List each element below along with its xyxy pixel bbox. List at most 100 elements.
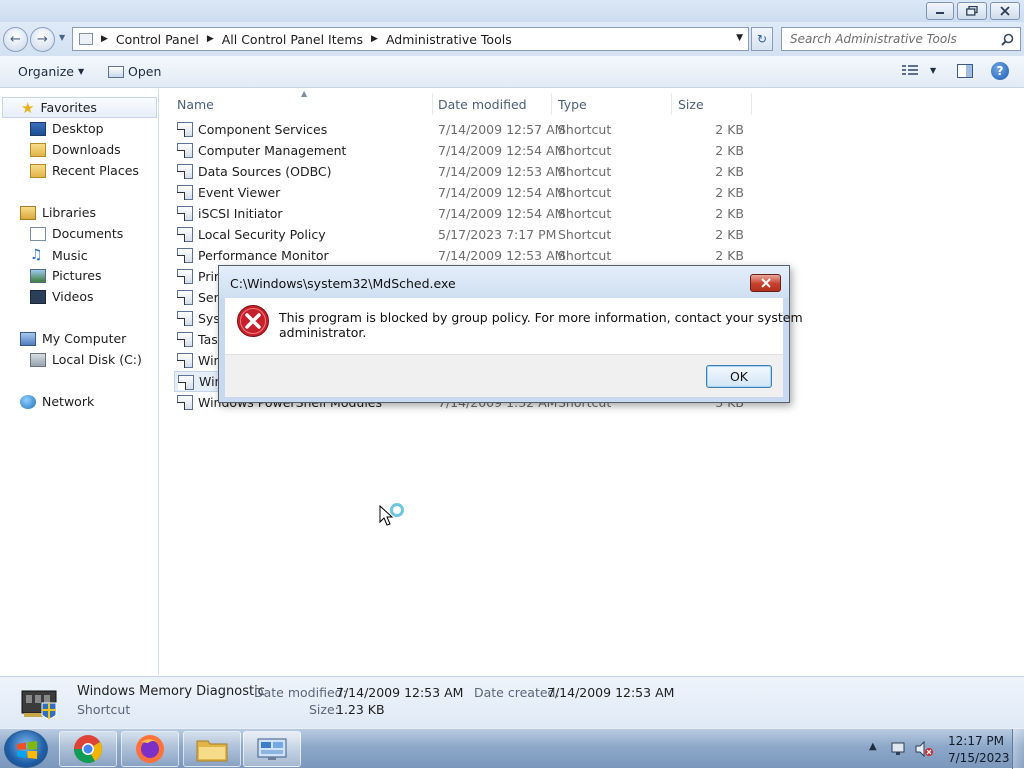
windows-memory-diagnostic-icon — [178, 375, 194, 390]
nav-favorites-label: Favorites — [40, 100, 97, 115]
table-row[interactable]: Data Sources (ODBC) 7/14/2009 12:53 AM Sho… — [174, 161, 764, 182]
file-type: Shortcut — [558, 248, 612, 263]
details-file-name: Windows Memory Diagnostic — [77, 684, 265, 699]
busy-cursor-icon — [379, 503, 404, 526]
column-name-label: Name — [177, 96, 214, 112]
taskbar-explorer[interactable] — [183, 731, 241, 767]
nav-music[interactable]: ♫ Music — [30, 247, 88, 263]
breadcrumb-administrative-tools[interactable]: Administrative Tools — [386, 32, 512, 47]
file-name: Event Viewer — [198, 185, 281, 200]
nav-desktop-label: Desktop — [52, 121, 104, 136]
minimize-button[interactable] — [926, 2, 954, 20]
nav-local-disk[interactable]: Local Disk (C:) — [30, 352, 142, 367]
search-input[interactable]: Search Administrative Tools — [781, 27, 1021, 51]
refresh-button[interactable]: ↻ — [751, 27, 773, 51]
table-row[interactable]: Local Security Policy 5/17/2023 7:17 PM Sh… — [174, 224, 764, 245]
close-button[interactable] — [990, 2, 1020, 20]
nav-desktop[interactable]: Desktop — [30, 121, 104, 136]
documents-icon — [30, 226, 46, 241]
details-pane: Windows Memory Diagnostic Shortcut Date … — [0, 676, 1024, 728]
address-bar[interactable]: ▶ Control Panel ▶ All Control Panel Item… — [72, 27, 749, 51]
nav-recent-places[interactable]: Recent Places — [30, 163, 139, 178]
nav-my-computer[interactable]: My Computer — [20, 331, 126, 346]
column-header-date[interactable]: Date modified — [432, 93, 552, 115]
start-button[interactable] — [4, 730, 48, 768]
view-details-icon — [902, 65, 918, 75]
local-security-policy-icon — [177, 227, 193, 242]
table-row[interactable]: Component Services 7/14/2009 12:57 AM Shor… — [174, 119, 764, 140]
table-row[interactable]: Performance Monitor 7/14/2009 12:53 AM Sho… — [174, 245, 764, 266]
network-status-icon[interactable] — [890, 741, 908, 757]
memory-diagnostic-icon — [21, 690, 57, 719]
dialog-message-line2: administrator. — [279, 325, 367, 340]
column-header-name[interactable]: Name ▲ — [171, 89, 433, 115]
dialog-body: This program is blocked by group policy.… — [225, 298, 803, 354]
nav-downloads[interactable]: Downloads — [30, 142, 121, 157]
firefox-icon — [136, 735, 164, 763]
restore-icon — [966, 6, 978, 16]
ok-button[interactable]: OK — [706, 365, 772, 388]
breadcrumb-all-items[interactable]: All Control Panel Items — [222, 32, 363, 47]
help-button[interactable]: ? — [991, 62, 1009, 80]
open-button[interactable]: Open — [108, 64, 161, 79]
nav-pictures[interactable]: Pictures — [30, 268, 102, 283]
dialog-close-button[interactable] — [750, 274, 781, 292]
windows-firewall-icon — [177, 353, 193, 368]
file-size: 2 KB — [715, 206, 744, 221]
downloads-folder-icon — [30, 142, 46, 157]
nav-documents[interactable]: Documents — [30, 226, 123, 241]
powershell-modules-icon — [177, 395, 193, 410]
taskbar-chrome[interactable] — [59, 731, 117, 767]
file-size: 2 KB — [715, 248, 744, 263]
taskbar-firefox[interactable] — [121, 731, 179, 767]
preview-pane-button[interactable] — [957, 64, 973, 78]
organize-button[interactable]: Organize ▼ — [18, 64, 84, 79]
dialog-message-line1: This program is blocked by group policy.… — [279, 310, 803, 325]
error-icon — [237, 305, 269, 337]
data-sources-icon — [177, 164, 193, 179]
nav-libraries[interactable]: Libraries — [20, 205, 96, 220]
recent-pages-chevron-icon[interactable]: ▼ — [59, 33, 65, 42]
show-hidden-icons-icon[interactable]: ▲ — [869, 741, 877, 752]
details-modified-value: 7/14/2009 12:53 AM — [336, 685, 464, 700]
breadcrumb-control-panel[interactable]: Control Panel — [116, 32, 199, 47]
folder-icon — [196, 740, 228, 762]
column-header-type[interactable]: Type — [552, 93, 672, 115]
file-date: 7/14/2009 12:53 AM — [438, 164, 566, 179]
forward-button[interactable]: → — [30, 27, 55, 52]
nav-recent-places-label: Recent Places — [52, 163, 139, 178]
services-icon — [177, 290, 193, 305]
breadcrumb-separator-icon: ▶ — [371, 34, 378, 44]
nav-favorites[interactable]: ★ Favorites — [2, 97, 157, 118]
change-view-button[interactable]: ▼ — [902, 64, 936, 76]
component-services-icon — [177, 122, 193, 137]
recent-places-icon — [30, 163, 46, 178]
navigation-pane: ★ Favorites Desktop Downloads Recent Pla… — [0, 89, 159, 675]
table-row[interactable]: Computer Management 7/14/2009 12:54 AM Sho… — [174, 140, 764, 161]
back-arrow-icon: ← — [10, 32, 21, 47]
nav-videos[interactable]: Videos — [30, 289, 94, 304]
restore-button[interactable] — [957, 2, 987, 20]
nav-network[interactable]: Network — [20, 394, 94, 409]
column-header-size[interactable]: Size — [672, 93, 752, 115]
details-size-label: Size: — [309, 702, 339, 717]
clock-time[interactable]: 12:17 PM — [948, 734, 1004, 748]
clock-date[interactable]: 7/15/2023 — [948, 751, 1010, 765]
table-row[interactable]: Event Viewer 7/14/2009 12:54 AM Shortcut 2 … — [174, 182, 764, 203]
file-size: 2 KB — [715, 185, 744, 200]
taskbar-control-panel[interactable] — [243, 731, 301, 767]
file-type: Shortcut — [558, 185, 612, 200]
table-row[interactable]: iSCSI Initiator 7/14/2009 12:54 AM Shortcu… — [174, 203, 764, 224]
close-icon — [1000, 6, 1010, 16]
address-dropdown-icon[interactable]: ▼ — [736, 33, 743, 43]
file-type: Shortcut — [558, 143, 612, 158]
volume-muted-icon[interactable] — [914, 741, 934, 757]
file-date: 7/14/2009 12:53 AM — [438, 248, 566, 263]
system-configuration-icon — [177, 311, 193, 326]
chevron-down-icon: ▼ — [930, 65, 937, 75]
back-button[interactable]: ← — [3, 27, 28, 52]
file-type: Shortcut — [558, 122, 612, 137]
show-desktop-button[interactable] — [1012, 729, 1024, 769]
dialog-title: C:\Windows\system32\MdSched.exe — [230, 276, 456, 291]
nav-pictures-label: Pictures — [52, 268, 102, 283]
